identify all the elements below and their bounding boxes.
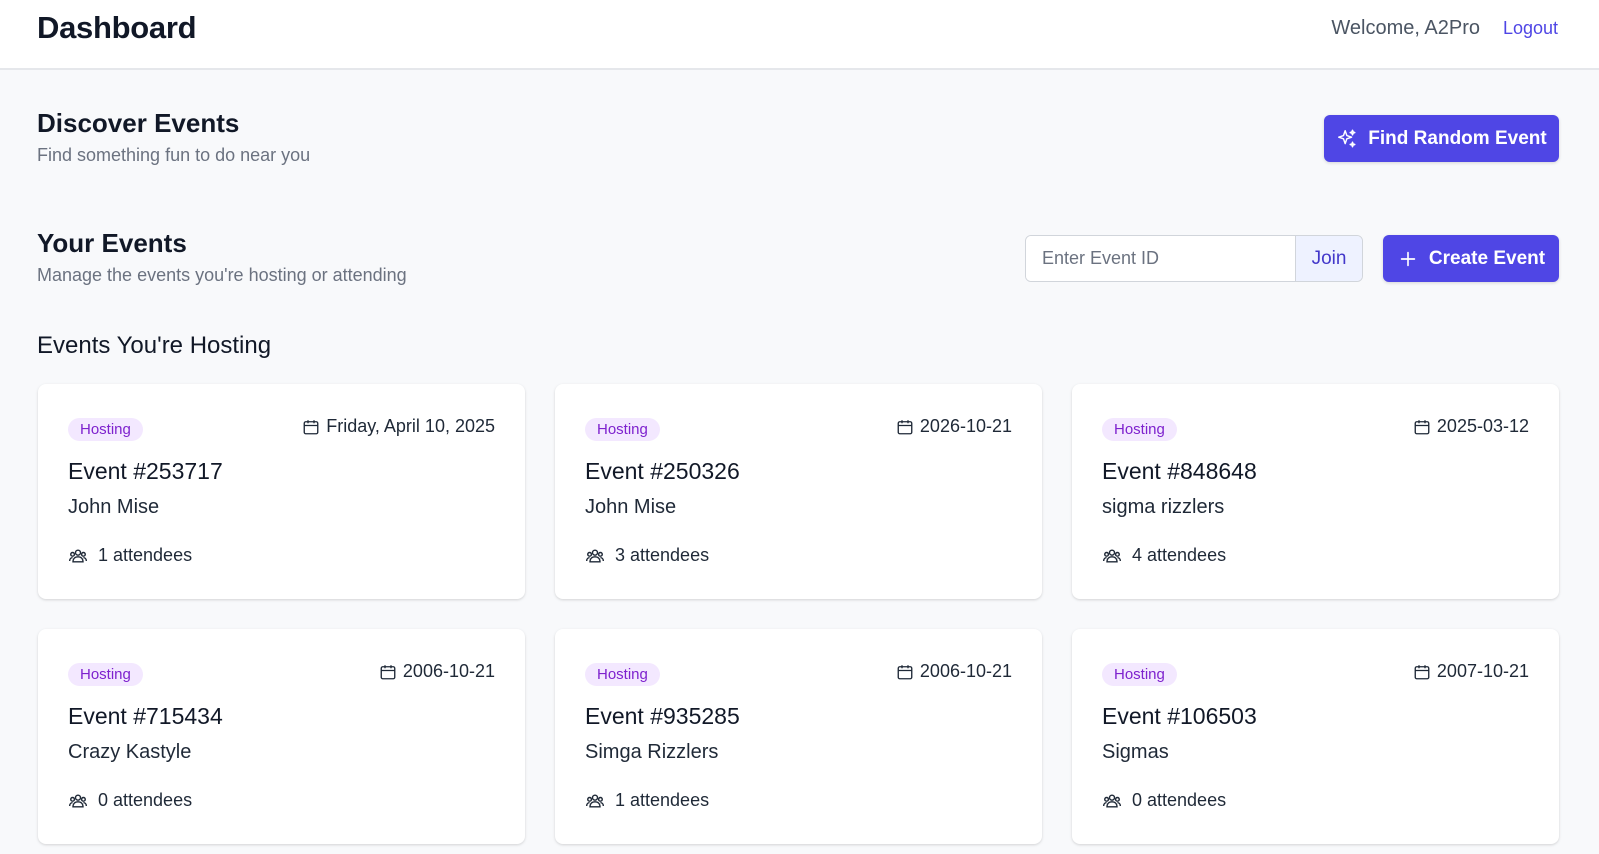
create-event-button[interactable]: Create Event — [1383, 235, 1559, 282]
calendar-icon — [1414, 664, 1430, 679]
users-icon — [585, 548, 605, 563]
hosting-badge: Hosting — [585, 418, 660, 441]
hosting-heading: Events You're Hosting — [37, 332, 272, 359]
event-title: Event #106503 — [1102, 703, 1257, 729]
attendees-text: 1 attendees — [615, 790, 710, 810]
event-name: Sigmas — [1102, 741, 1169, 763]
join-event-group: Join — [1025, 235, 1363, 282]
calendar-icon — [897, 419, 913, 434]
users-icon — [585, 793, 605, 808]
event-date-text: 2006-10-21 — [919, 661, 1012, 681]
event-attendees: 1 attendees — [585, 790, 709, 811]
event-date-text: 2025-03-12 — [1436, 416, 1529, 436]
event-name: Simga Rizzlers — [585, 741, 719, 763]
event-date-text: 2007-10-21 — [1436, 661, 1529, 681]
attendees-text: 1 attendees — [98, 545, 193, 565]
calendar-icon — [1414, 419, 1430, 434]
event-date-text: 2006-10-21 — [402, 661, 495, 681]
event-date: 2025-03-12 — [1413, 416, 1529, 437]
hosting-badge: Hosting — [68, 663, 143, 686]
attendees-text: 0 attendees — [98, 790, 193, 810]
event-title: Event #250326 — [585, 458, 740, 484]
event-attendees: 0 attendees — [1102, 790, 1226, 811]
event-date: 2026-10-21 — [896, 416, 1012, 437]
page-title: Dashboard — [37, 10, 197, 45]
users-icon — [1102, 793, 1122, 808]
top-bar: Dashboard Welcome, A2Pro Logout — [0, 0, 1599, 70]
users-icon — [1102, 548, 1122, 563]
attendees-text: 3 attendees — [615, 545, 710, 565]
event-title: Event #935285 — [585, 703, 740, 729]
create-event-label: Create Event — [1428, 247, 1546, 269]
event-attendees: 0 attendees — [68, 790, 192, 811]
sparkles-icon — [1338, 129, 1356, 148]
event-name: John Mise — [68, 496, 160, 518]
attendees-text: 0 attendees — [1132, 790, 1227, 810]
event-card[interactable]: Hosting Friday, April 10, 2025 Event #25… — [38, 384, 525, 599]
hosting-badge: Hosting — [1102, 418, 1177, 441]
find-random-event-label: Find Random Event — [1368, 127, 1547, 149]
event-card[interactable]: Hosting 2006-10-21 Event #715434 Crazy K… — [38, 629, 525, 844]
event-title: Event #715434 — [68, 703, 223, 729]
event-title: Event #253717 — [68, 458, 223, 484]
event-attendees: 3 attendees — [585, 545, 709, 566]
your-events-title: Your Events — [37, 228, 187, 258]
hosting-badge: Hosting — [1102, 663, 1177, 686]
event-card[interactable]: Hosting 2006-10-21 Event #935285 Simga R… — [555, 629, 1042, 844]
event-attendees: 4 attendees — [1102, 545, 1226, 566]
discover-title: Discover Events — [37, 108, 240, 138]
event-date: 2007-10-21 — [1413, 661, 1529, 682]
event-attendees: 1 attendees — [68, 545, 192, 566]
hosting-badge: Hosting — [68, 418, 143, 441]
event-name: Crazy Kastyle — [68, 741, 192, 763]
your-events-subtitle: Manage the events you're hosting or atte… — [37, 265, 407, 285]
discover-subtitle: Find something fun to do near you — [37, 145, 311, 165]
calendar-icon — [380, 664, 396, 679]
event-date: 2006-10-21 — [896, 661, 1012, 682]
event-date: Friday, April 10, 2025 — [302, 416, 495, 437]
event-name: sigma rizzlers — [1102, 496, 1225, 518]
event-card[interactable]: Hosting 2025-03-12 Event #848648 sigma r… — [1072, 384, 1559, 599]
welcome-text: Welcome, A2Pro — [1331, 17, 1480, 39]
logout-link[interactable]: Logout — [1503, 18, 1558, 39]
join-button[interactable]: Join — [1295, 236, 1362, 281]
calendar-icon — [303, 419, 319, 434]
plus-icon — [1400, 251, 1416, 266]
event-card[interactable]: Hosting 2026-10-21 Event #250326 John Mi… — [555, 384, 1042, 599]
event-id-input[interactable] — [1026, 236, 1295, 281]
users-icon — [68, 793, 88, 808]
users-icon — [68, 548, 88, 563]
event-date: 2006-10-21 — [379, 661, 495, 682]
event-date-text: 2026-10-21 — [919, 416, 1012, 436]
calendar-icon — [897, 664, 913, 679]
event-name: John Mise — [585, 496, 677, 518]
event-title: Event #848648 — [1102, 458, 1257, 484]
event-date-text: Friday, April 10, 2025 — [326, 416, 495, 436]
hosting-badge: Hosting — [585, 663, 660, 686]
attendees-text: 4 attendees — [1132, 545, 1227, 565]
find-random-event-button[interactable]: Find Random Event — [1324, 115, 1559, 162]
event-card[interactable]: Hosting 2007-10-21 Event #106503 Sigmas … — [1072, 629, 1559, 844]
